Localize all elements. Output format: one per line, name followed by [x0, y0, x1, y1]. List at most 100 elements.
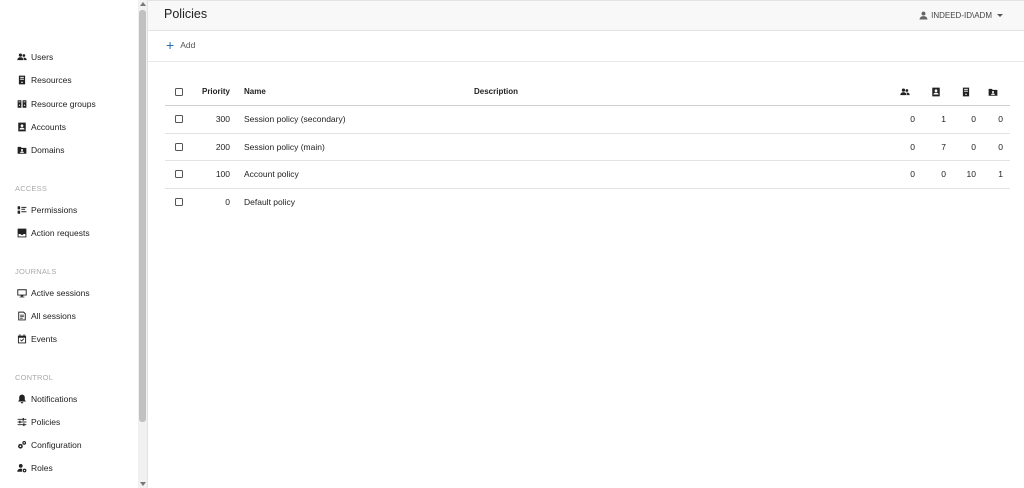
scroll-up-arrow-icon[interactable] [140, 2, 146, 6]
sidebar-item-label: Action requests [31, 228, 90, 238]
users-count-cell: 0 [910, 169, 915, 180]
sidebar-item-label: Active sessions [31, 288, 90, 298]
sidebar-item-active-sessions[interactable]: Active sessions [16, 286, 90, 300]
sidebar-item-events[interactable]: Events [16, 332, 57, 346]
row-checkbox-cell [175, 189, 183, 217]
calendar-check-icon [16, 334, 27, 345]
priority-cell: 100 [215, 169, 230, 180]
name-cell[interactable]: Account policy [244, 161, 299, 188]
user-menu[interactable]: INDEED-ID\ADM [919, 11, 1003, 20]
accounts-count-cell: 1 [941, 114, 946, 125]
sidebar-item-label: Domains [31, 145, 65, 155]
accounts-count-cell: 7 [941, 141, 946, 152]
row-checkbox-cell [175, 134, 183, 161]
scrollbar-thumb[interactable] [139, 10, 146, 422]
bell-icon [16, 394, 27, 405]
sidebar-item-roles[interactable]: Roles [16, 461, 53, 475]
sidebar-item-resource-groups[interactable]: Resource groups [16, 97, 96, 111]
sidebar-item-action-requests[interactable]: Action requests [16, 226, 90, 240]
table-row[interactable]: 100 Account policy 0 0 10 1 [165, 161, 1010, 189]
user-icon [919, 11, 928, 20]
select-all-cell [175, 78, 183, 105]
sidebar-item-policies[interactable]: Policies [16, 415, 60, 429]
user-cog-icon [16, 463, 27, 474]
accounts-count-cell [926, 189, 946, 217]
domains-count-cell: 0 [998, 114, 1003, 125]
table-row[interactable]: 0 Default policy [165, 189, 1010, 217]
resources-count-cell: 0 [971, 114, 976, 125]
sidebar-item-label: Accounts [31, 122, 66, 132]
row-checkbox[interactable] [175, 170, 183, 179]
sessions-list-icon [16, 311, 27, 322]
row-checkbox-cell [175, 161, 183, 188]
sidebar-item-all-sessions[interactable]: All sessions [16, 309, 76, 323]
sidebar-item-label: Resource groups [31, 99, 96, 109]
sidebar-scrollbar[interactable] [138, 0, 148, 488]
resources-count-cell: 0 [971, 141, 976, 152]
column-header-users[interactable] [895, 78, 915, 105]
sidebar-item-domains[interactable]: Domains [16, 143, 65, 157]
section-title-control: CONTROL [15, 373, 54, 382]
sidebar-item-configuration[interactable]: Configuration [16, 438, 82, 452]
sidebar-item-permissions[interactable]: Permissions [16, 203, 77, 217]
select-all-checkbox[interactable] [175, 87, 183, 96]
name-cell[interactable]: Default policy [244, 189, 295, 217]
chevron-down-icon [997, 14, 1003, 17]
account-card-icon [932, 87, 940, 96]
sidebar-item-label: Users [31, 52, 54, 62]
column-header-name[interactable]: Name [244, 78, 266, 105]
row-checkbox[interactable] [175, 115, 183, 124]
column-header-domains[interactable] [983, 78, 1003, 105]
plus-icon: + [166, 37, 175, 53]
column-header-priority[interactable]: Priority [195, 78, 230, 105]
sidebar-item-accounts[interactable]: Accounts [16, 120, 66, 134]
sidebar-item-notifications[interactable]: Notifications [16, 392, 77, 406]
policies-table: Priority Name Description 300 Session po… [165, 78, 1010, 216]
user-name: INDEED-ID\ADM [931, 11, 992, 20]
domains-count-cell [983, 189, 1003, 217]
page-header: Policies INDEED-ID\ADM [148, 0, 1024, 31]
domain-folder-icon [988, 88, 998, 96]
page-title: Policies [164, 7, 208, 21]
name-cell[interactable]: Session policy (secondary) [244, 106, 346, 133]
server-icon [962, 87, 970, 96]
row-checkbox-cell [175, 106, 183, 133]
sidebar-item-resources[interactable]: Resources [16, 73, 72, 87]
name-cell[interactable]: Session policy (main) [244, 134, 325, 161]
sidebar-item-label: All sessions [31, 311, 76, 321]
add-button[interactable]: + Add [166, 37, 196, 53]
monitor-icon [16, 288, 27, 299]
column-header-resources[interactable] [956, 78, 976, 105]
account-card-icon [16, 122, 27, 133]
accounts-count-cell: 0 [941, 169, 946, 180]
row-checkbox[interactable] [175, 142, 183, 151]
priority-cell: 300 [215, 114, 230, 125]
section-title-access: ACCESS [15, 184, 48, 193]
users-count-cell: 0 [910, 141, 915, 152]
permissions-icon [16, 205, 27, 216]
domains-count-cell: 1 [998, 169, 1003, 180]
add-button-label: Add [180, 40, 196, 50]
column-header-accounts[interactable] [926, 78, 946, 105]
row-checkbox[interactable] [175, 198, 183, 207]
sidebar-item-users[interactable]: Users [16, 50, 53, 64]
priority-cell: 200 [215, 141, 230, 152]
table-row[interactable]: 200 Session policy (main) 0 7 0 0 [165, 134, 1010, 161]
sidebar-item-label: Roles [31, 463, 53, 473]
users-icon [16, 52, 27, 63]
sidebar: Users Resources Resource groups Accounts… [0, 0, 138, 488]
users-count-cell [895, 189, 915, 217]
column-header-description[interactable]: Description [474, 78, 518, 105]
users-icon [900, 88, 910, 95]
sidebar-item-label: Permissions [31, 205, 78, 215]
sidebar-item-label: Notifications [31, 394, 78, 404]
resources-count-cell [956, 189, 976, 217]
toolbar: + Add [148, 31, 1024, 62]
sidebar-item-label: Configuration [31, 440, 82, 450]
inbox-icon [16, 228, 27, 239]
scroll-down-arrow-icon[interactable] [140, 482, 146, 486]
domains-count-cell: 0 [998, 141, 1003, 152]
server-icon [16, 75, 27, 86]
sidebar-item-label: Events [31, 334, 57, 344]
table-row[interactable]: 300 Session policy (secondary) 0 1 0 0 [165, 106, 1010, 134]
